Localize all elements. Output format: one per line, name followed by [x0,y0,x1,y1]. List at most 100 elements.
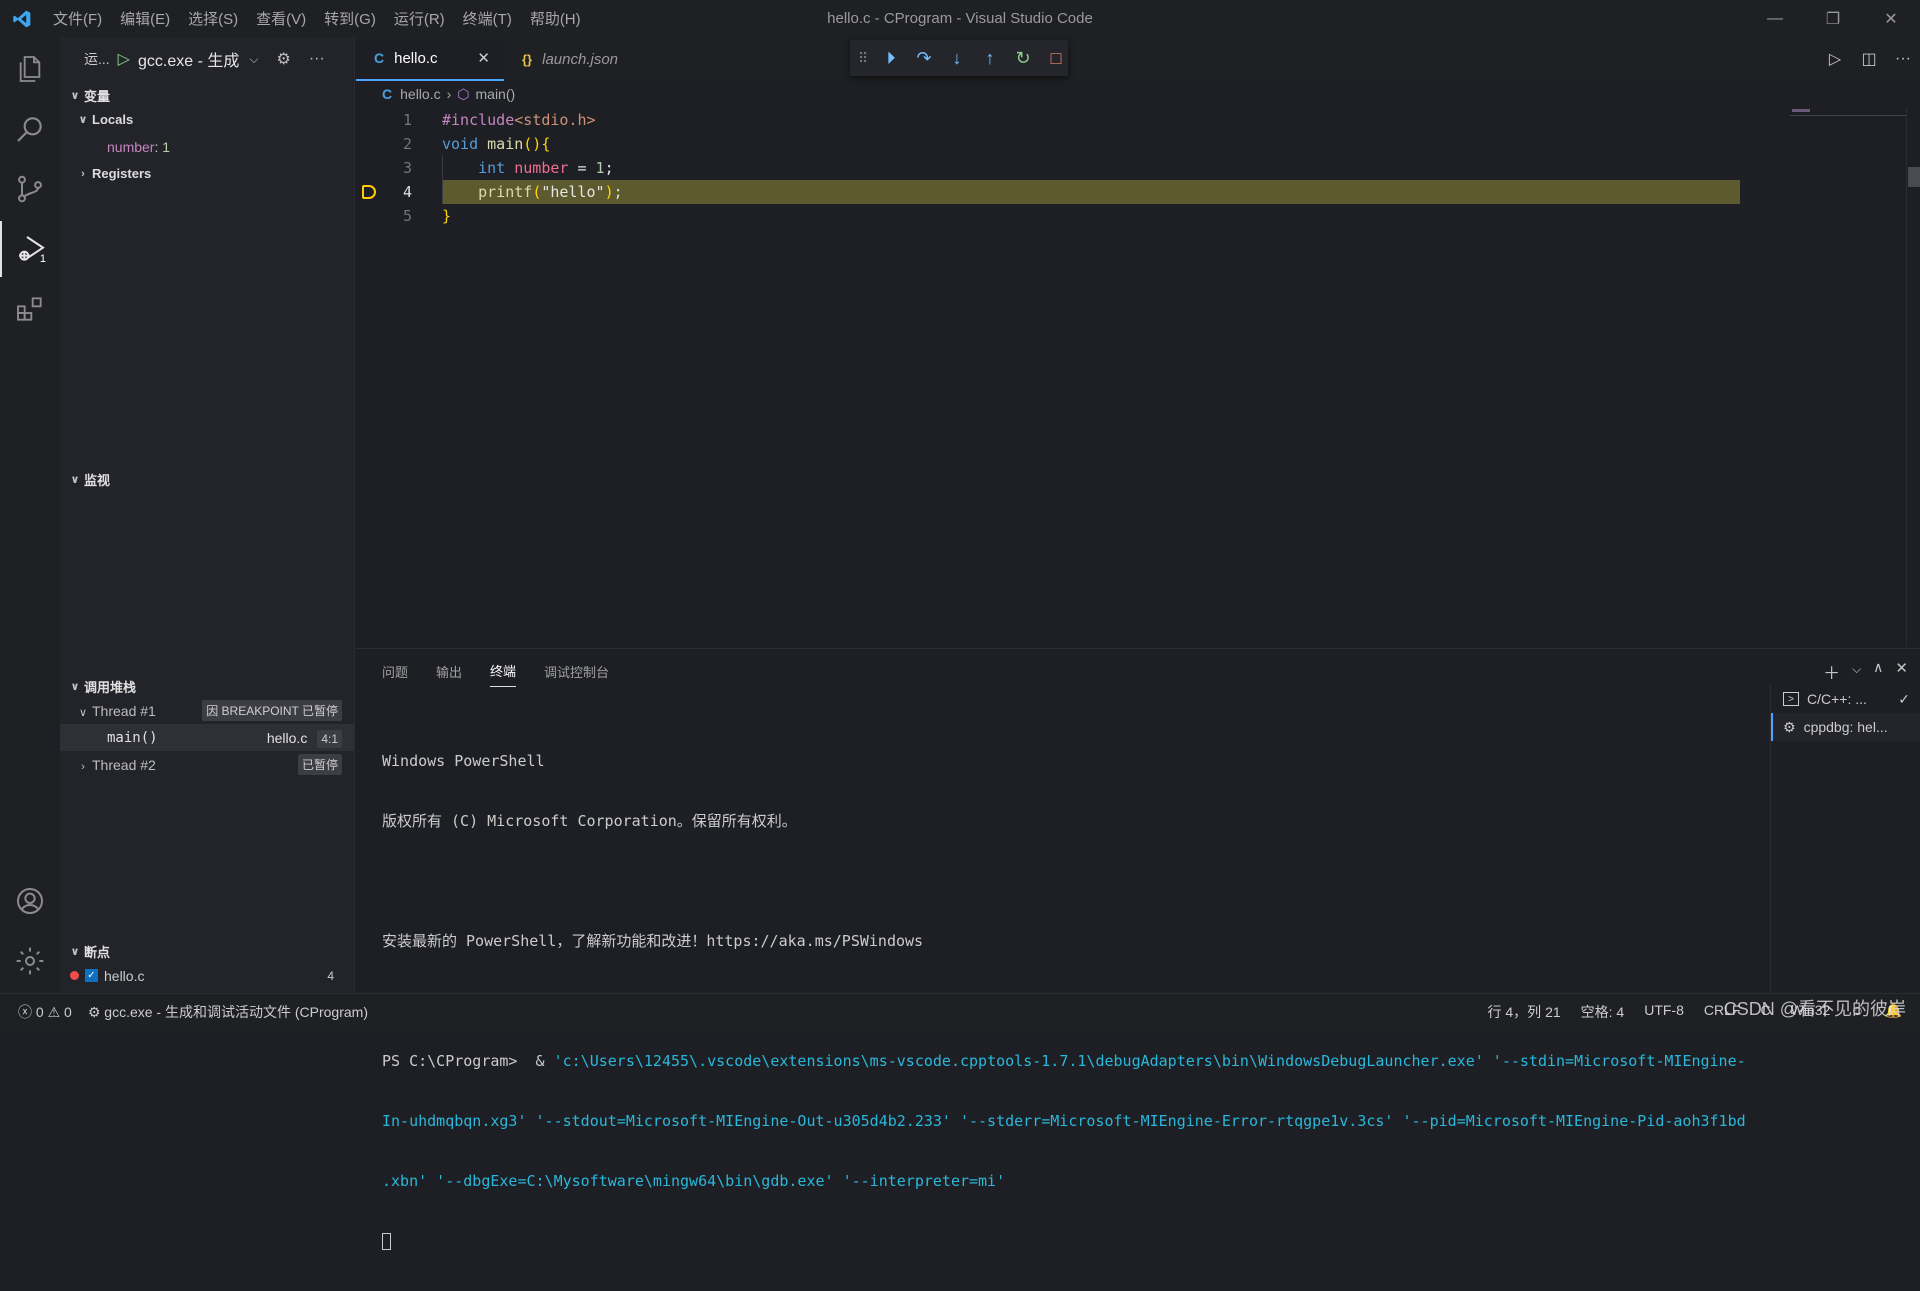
extensions-icon[interactable] [0,281,60,337]
watch-header[interactable]: ∨ 监视 [60,468,354,490]
indentation[interactable]: 空格: 4 [1581,1002,1625,1022]
chevron-down-icon: ∨ [70,680,80,693]
account-icon[interactable] [0,873,60,929]
stack-frame-row[interactable]: main() hello.c 4:1 [60,724,354,751]
search-icon[interactable] [0,101,60,157]
menu-selection[interactable]: 选择(S) [179,8,247,29]
menu-go[interactable]: 转到(G) [315,8,385,29]
tab-launch-json[interactable]: {} launch.json [504,37,636,81]
explorer-icon[interactable] [0,41,60,97]
settings-gear-icon[interactable] [0,933,60,989]
breakpoint-checkbox[interactable]: ✓ [85,969,98,982]
scrollbar-thumb[interactable] [1908,167,1920,187]
chevron-down-icon[interactable]: ⌵ [1852,662,1861,684]
variable-name: number [107,138,155,155]
breakpoint-row[interactable]: ✓ hello.c 4 [60,962,354,989]
problems-status[interactable]: ⓧ 0 ⚠ 0 [18,1002,72,1022]
maximize-panel-icon[interactable]: ∧ [1873,659,1883,684]
menu-help[interactable]: 帮助(H) [521,8,590,29]
tab-terminal[interactable]: 终端 [490,661,517,687]
breakpoint-file: hello.c [104,967,145,984]
close-panel-icon[interactable]: ✕ [1895,659,1908,684]
variable-row[interactable]: number: 1 [60,133,354,160]
thread-status-badge: 因 BREAKPOINT 已暂停 [202,700,342,721]
thread-row[interactable]: › Thread #2 已暂停 [60,751,354,778]
breakpoint-dot-icon [70,971,79,980]
chevron-down-icon: ∨ [70,473,80,486]
frame-name: main() [107,729,158,746]
menu-terminal[interactable]: 终端(T) [454,8,521,29]
watch-title: 监视 [84,472,111,488]
start-debugging-icon[interactable]: ▷ [118,49,130,69]
editor-tabs: Chello.c ✕ {} launch.json [356,37,1920,81]
code-line: 3 int number = 1; [356,156,1786,180]
breadcrumb-file[interactable]: hello.c [400,86,440,102]
minimap[interactable] [1790,107,1906,117]
debug-badge: 1 [39,253,46,265]
line-number: 2 [402,135,412,153]
variables-header[interactable]: ∨ 变量 [60,84,354,106]
run-debug-icon[interactable]: 1 [0,221,60,277]
source-control-icon[interactable] [0,161,60,217]
menu-run[interactable]: 运行(R) [385,8,454,29]
terminal-item[interactable]: > C/C++: ... ✓ [1771,685,1920,713]
debug-config-status[interactable]: ⚙ gcc.exe - 生成和调试活动文件 (CProgram) [88,1002,368,1022]
step-into-icon[interactable]: ↓ [947,48,967,69]
encoding[interactable]: UTF-8 [1644,1002,1684,1022]
more-actions-icon[interactable]: ··· [309,50,325,68]
cursor-position[interactable]: 行 4，列 21 [1488,1002,1561,1022]
thread-row[interactable]: ∨ Thread #1 因 BREAKPOINT 已暂停 [60,697,354,724]
menu-view[interactable]: 查看(V) [247,8,315,29]
chevron-down-icon: ∨ [70,945,80,958]
chevron-right-icon: › [81,167,85,180]
registers-scope[interactable]: › Registers [60,160,354,187]
code-text: #include<stdio.h> [442,111,596,129]
tab-hello-c[interactable]: Chello.c ✕ [356,37,504,81]
terminal-line: .xbn' '--dbgExe=C:\Mysoftware\mingw64\bi… [382,1172,1006,1190]
callstack-section: ∨ 调用堆栈 ∨ Thread #1 因 BREAKPOINT 已暂停 main()… [60,675,354,778]
terminal-line: Windows PowerShell [382,752,545,770]
warning-icon: ⚠ [47,1003,61,1020]
editor-scrollbar[interactable] [1906,107,1920,647]
menu-bar: 文件(F) 编辑(E) 选择(S) 查看(V) 转到(G) 运行(R) 终端(T… [44,8,590,29]
menu-edit[interactable]: 编辑(E) [111,8,179,29]
more-actions-icon[interactable]: ··· [1886,50,1920,68]
line-number: 3 [402,159,412,177]
close-tab-icon[interactable]: ✕ [477,49,490,67]
new-terminal-icon[interactable]: ＋ [1823,659,1840,684]
breakpoints-header[interactable]: ∨ 断点 [60,940,354,962]
breakpoints-section: ∨ 断点 ✓ hello.c 4 [60,940,354,989]
gear-icon[interactable]: ⚙ [276,49,290,69]
menu-file[interactable]: 文件(F) [44,8,111,29]
run-file-icon[interactable]: ▷ [1818,49,1852,69]
chevron-down-icon[interactable]: ⌵ [249,52,258,67]
thread-label: Thread #2 [92,756,156,773]
step-over-icon[interactable]: ↷ [914,48,934,69]
callstack-header[interactable]: ∨ 调用堆栈 [60,675,354,697]
split-editor-icon[interactable]: ◫ [1852,49,1886,69]
restart-icon[interactable]: ↻ [1013,48,1033,69]
minimize-icon[interactable]: — [1746,0,1804,37]
terminal-command: 'c:\Users\12455\.vscode\extensions\ms-vs… [553,1052,1746,1070]
tab-debug-console[interactable]: 调试控制台 [544,662,609,681]
debug-config-select[interactable]: gcc.exe - 生成 [138,47,239,71]
stop-icon[interactable]: □ [1046,48,1066,69]
drag-handle-icon[interactable]: ⠿ [858,50,868,67]
breadcrumb-symbol[interactable]: main() [476,86,516,102]
tab-problems[interactable]: 问题 [382,662,408,681]
code-editor[interactable]: 1 #include<stdio.h> 2 void main(){ 3 int… [356,107,1756,647]
code-text: void main(){ [442,135,551,153]
debug-toolbar: ⠿ ⏵ ↷ ↓ ↑ ↻ □ [850,40,1068,76]
minimap-line [1792,109,1810,112]
panel-tabs: 问题 输出 终端 调试控制台 [356,649,1920,693]
terminal-item[interactable]: ⚙ cppdbg: hel... [1771,713,1920,741]
locals-scope[interactable]: ∨ Locals [60,106,354,133]
close-icon[interactable]: ✕ [1862,0,1920,37]
tab-output[interactable]: 输出 [436,662,462,681]
breakpoint-arrow-icon[interactable] [362,185,376,199]
restore-icon[interactable]: ❐ [1804,0,1862,37]
run-and-debug-sidebar: 运... ▷ gcc.exe - 生成 ⌵ ⚙ ··· ∨ 变量 ∨ Locals … [60,37,355,993]
continue-icon[interactable]: ⏵ [881,48,901,69]
step-out-icon[interactable]: ↑ [980,48,1000,69]
window-controls: — ❐ ✕ [1746,0,1920,37]
